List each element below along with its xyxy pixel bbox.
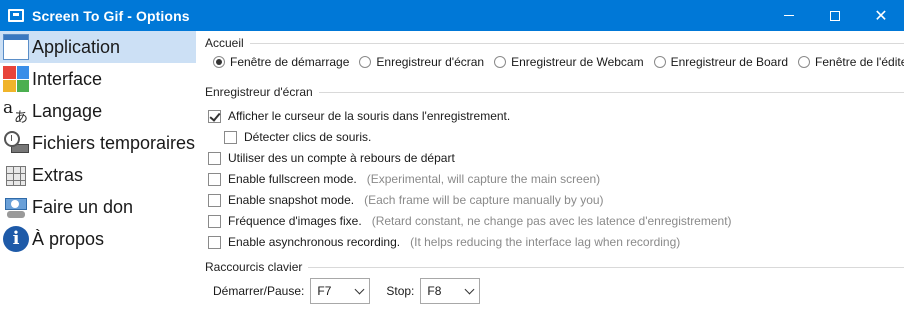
close-button[interactable]: ✕ [858, 0, 904, 31]
accueil-group-title: Accueil [205, 36, 250, 50]
radio-label: Enregistreur de Board [670, 55, 789, 69]
color-palette-icon [3, 66, 29, 92]
option-async-recording[interactable]: Enable asynchronous recording. (It helps… [208, 235, 680, 249]
stop-key-value: F8 [427, 284, 442, 298]
title-bar: Screen To Gif - Options ✕ [0, 0, 904, 31]
radio-startup-window[interactable]: Fenêtre de démarrage [213, 55, 349, 69]
option-fullscreen-mode[interactable]: Enable fullscreen mode. (Experimental, w… [208, 172, 600, 186]
sidebar-item-interface[interactable]: Interface [0, 63, 196, 95]
app-icon [8, 9, 24, 22]
stop-key-select[interactable]: F8 [420, 278, 481, 304]
option-hint: (Each frame will be capture manually by … [364, 193, 604, 207]
maximize-button[interactable] [812, 0, 858, 31]
option-hint: (Retard constant, ne change pas avec les… [371, 214, 732, 228]
maximize-icon [830, 10, 840, 21]
start-pause-key-select[interactable]: F7 [310, 278, 371, 304]
info-icon: i [3, 226, 29, 252]
sidebar-item-application[interactable]: Application [0, 31, 196, 63]
radio-button[interactable] [798, 56, 811, 68]
sidebar: Application Interface aあ Langage Fichier… [0, 31, 196, 312]
option-label: Utiliser des un compte à rebours de dépa… [228, 151, 455, 165]
chevron-down-icon [354, 284, 365, 294]
checkbox[interactable] [208, 109, 221, 123]
minimize-button[interactable] [766, 0, 812, 31]
sidebar-item-label: Fichiers temporaires [32, 132, 196, 153]
sidebar-item-about[interactable]: i À propos [0, 223, 196, 255]
checkbox[interactable] [208, 172, 221, 186]
checkbox[interactable] [208, 151, 221, 165]
radio-board-recorder[interactable]: Enregistreur de Board [653, 55, 789, 69]
radio-editor-window[interactable]: Fenêtre de l'éditeu [798, 55, 904, 69]
radio-button[interactable] [494, 56, 507, 68]
radio-webcam-recorder[interactable]: Enregistreur de Webcam [494, 55, 644, 69]
sidebar-item-label: Faire un don [32, 196, 134, 217]
recorder-group-title: Enregistreur d'écran [205, 85, 319, 99]
sidebar-item-label: À propos [32, 228, 105, 249]
minimize-icon [784, 15, 794, 16]
chevron-down-icon [464, 284, 475, 294]
option-label: Fréquence d'images fixe. [228, 214, 362, 228]
checkbox[interactable] [208, 235, 221, 249]
application-window-icon [3, 34, 29, 60]
recorder-group-header: Enregistreur d'écran [205, 84, 904, 100]
option-fixed-framerate[interactable]: Fréquence d'images fixe. (Retard constan… [208, 214, 732, 228]
radio-label: Enregistreur de Webcam [511, 55, 644, 69]
extras-cube-icon [3, 162, 29, 188]
start-pause-key-value: F7 [317, 284, 332, 298]
sidebar-item-label: Application [32, 36, 121, 57]
option-label: Enable fullscreen mode. [228, 172, 357, 186]
option-hint: (It helps reducing the interface lag whe… [410, 235, 681, 249]
option-label: Enable asynchronous recording. [228, 235, 401, 249]
donate-money-icon [3, 194, 29, 220]
shortcuts-group-title: Raccourcis clavier [205, 260, 309, 274]
sidebar-item-label: Interface [32, 68, 103, 89]
shortcuts-group-header: Raccourcis clavier [205, 259, 904, 275]
radio-label: Fenêtre de l'éditeu [815, 55, 904, 69]
radio-label: Fenêtre de démarrage [230, 55, 350, 69]
sidebar-item-donate[interactable]: Faire un don [0, 191, 196, 223]
option-countdown[interactable]: Utiliser des un compte à rebours de dépa… [208, 151, 455, 165]
option-detect-clicks[interactable]: Détecter clics de souris. [224, 130, 371, 144]
sidebar-item-label: Extras [32, 164, 84, 185]
checkbox[interactable] [208, 193, 221, 207]
shortcut-row: Démarrer/Pause: F7 Stop: F8 [213, 278, 481, 304]
sidebar-item-label: Langage [32, 100, 103, 121]
checkbox[interactable] [224, 130, 237, 144]
radio-button[interactable] [359, 56, 372, 68]
options-panel: Accueil Fenêtre de démarrage Enregistreu… [205, 31, 904, 312]
accueil-group-header: Accueil [205, 35, 904, 51]
sidebar-item-temp-files[interactable]: Fichiers temporaires [0, 127, 196, 159]
language-icon: aあ [3, 98, 28, 126]
option-hint: (Experimental, will capture the main scr… [366, 172, 601, 186]
option-label: Afficher le curseur de la souris dans l'… [228, 109, 511, 123]
window-controls: ✕ [766, 0, 904, 31]
sidebar-item-langage[interactable]: aあ Langage [0, 95, 196, 127]
temp-files-clock-icon [3, 130, 29, 156]
radio-label: Enregistreur d'écran [376, 55, 485, 69]
radio-screen-recorder[interactable]: Enregistreur d'écran [359, 55, 484, 69]
window-title: Screen To Gif - Options [32, 7, 190, 24]
option-label: Détecter clics de souris. [244, 130, 372, 144]
close-icon: ✕ [874, 5, 888, 25]
checkbox[interactable] [208, 214, 221, 228]
option-label: Enable snapshot mode. [228, 193, 355, 207]
stop-label: Stop: [386, 284, 415, 298]
option-show-cursor[interactable]: Afficher le curseur de la souris dans l'… [208, 109, 510, 123]
option-snapshot-mode[interactable]: Enable snapshot mode. (Each frame will b… [208, 193, 604, 207]
start-pause-label: Démarrer/Pause: [213, 284, 305, 298]
radio-button[interactable] [213, 56, 225, 68]
radio-button[interactable] [653, 56, 666, 68]
startup-window-radio-group: Fenêtre de démarrage Enregistreur d'écra… [213, 55, 904, 69]
sidebar-item-extras[interactable]: Extras [0, 159, 196, 191]
